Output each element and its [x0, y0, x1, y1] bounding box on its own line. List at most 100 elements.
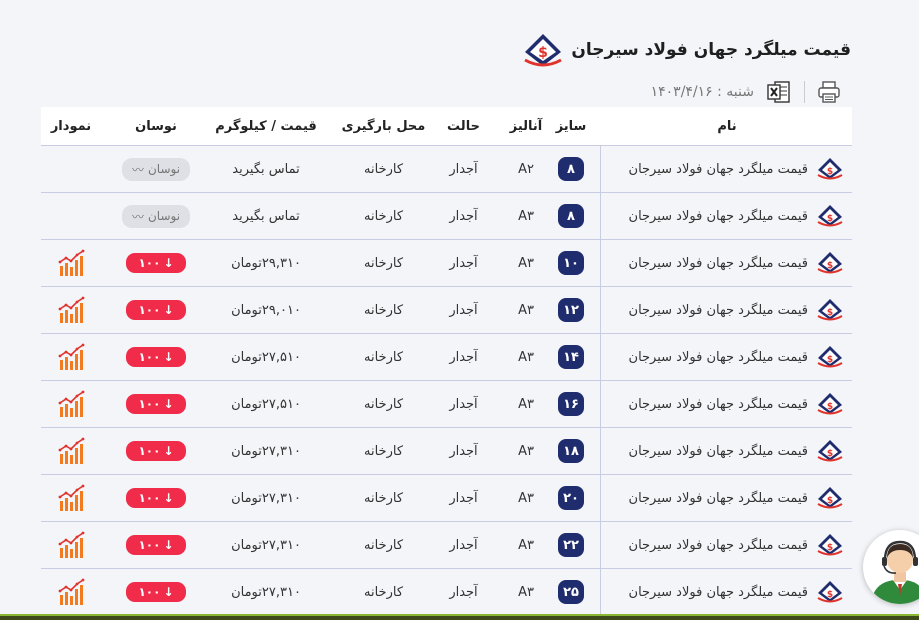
product-name[interactable]: قیمت میلگرد جهان فولاد سیرجان	[629, 162, 808, 177]
column-header-place: محل بارگیری	[341, 118, 426, 134]
table-row: $ قیمت میلگرد جهان فولاد سیرجان ۸ A۲ آجدار کا…	[41, 145, 852, 192]
fluctuation-badge: ↓ ۱۰۰	[126, 253, 186, 273]
column-divider	[600, 334, 601, 380]
page-title: قیمت میلگرد جهان فولاد سیرجان	[571, 40, 851, 60]
chart-cell	[41, 334, 101, 380]
svg-text:$: $	[827, 449, 833, 459]
bar-chart-icon[interactable]	[57, 343, 85, 371]
size-badge: ۲۰	[558, 486, 584, 510]
product-name[interactable]: قیمت میلگرد جهان فولاد سیرجان	[629, 538, 808, 553]
size-badge: ۱۸	[558, 439, 584, 463]
place-cell: کارخانه	[364, 255, 404, 271]
bottom-bar	[0, 614, 919, 620]
excel-icon[interactable]	[766, 79, 792, 105]
product-name-cell[interactable]: $ قیمت میلگرد جهان فولاد سیرجان	[602, 287, 852, 333]
fluctuation-badge: ↓ ۱۰۰	[126, 441, 186, 461]
svg-text:$: $	[827, 590, 833, 600]
size-cell: ۲۲	[551, 522, 591, 568]
table-body: $ قیمت میلگرد جهان فولاد سیرجان ۸ A۲ آجدار کا…	[41, 145, 852, 615]
price-cell: ۲۷,۳۱۰تومان	[231, 443, 301, 459]
toolbar-separator	[804, 81, 805, 103]
column-divider	[600, 569, 601, 615]
state-cell: آجدار	[449, 443, 478, 459]
price-cell: ۲۷,۵۱۰تومان	[231, 349, 301, 365]
product-name-cell[interactable]: $ قیمت میلگرد جهان فولاد سیرجان	[602, 240, 852, 286]
size-badge: ۸	[558, 204, 584, 228]
size-cell: ۱۲	[551, 287, 591, 333]
bar-chart-icon[interactable]	[57, 578, 85, 606]
product-name[interactable]: قیمت میلگرد جهان فولاد سیرجان	[629, 303, 808, 318]
fluctuation-cell: ↓ ۱۰۰	[111, 428, 201, 474]
size-badge: ۱۰	[558, 251, 584, 275]
product-name-cell[interactable]: $ قیمت میلگرد جهان فولاد سیرجان	[602, 146, 852, 192]
product-name[interactable]: قیمت میلگرد جهان فولاد سیرجان	[629, 209, 808, 224]
chart-cell	[41, 240, 101, 286]
fluctuation-badge: ↓ ۱۰۰	[126, 488, 186, 508]
chart-cell	[41, 381, 101, 427]
wave-icon: 〰	[131, 162, 144, 177]
svg-text:$: $	[827, 402, 833, 412]
fluctuation-cell: ↓ ۱۰۰	[111, 240, 201, 286]
bar-chart-icon[interactable]	[57, 531, 85, 559]
product-name[interactable]: قیمت میلگرد جهان فولاد سیرجان	[629, 444, 808, 459]
fluctuation-badge: ↓ ۱۰۰	[126, 394, 186, 414]
svg-text:$: $	[827, 261, 833, 271]
fluctuation-cell: نوسان 〰	[111, 193, 201, 239]
column-header-size: سایز	[555, 118, 587, 134]
svg-text:$: $	[827, 496, 833, 506]
size-cell: ۱۴	[551, 334, 591, 380]
company-logo-icon: $	[817, 252, 843, 274]
product-name-cell[interactable]: $ قیمت میلگرد جهان فولاد سیرجان	[602, 475, 852, 521]
column-divider	[600, 287, 601, 333]
column-header-price: قیمت / کیلوگرم	[215, 118, 317, 134]
product-name-cell[interactable]: $ قیمت میلگرد جهان فولاد سیرجان	[602, 334, 852, 380]
place-cell: کارخانه	[364, 349, 404, 365]
place-cell: کارخانه	[364, 302, 404, 318]
table-row: $ قیمت میلگرد جهان فولاد سیرجان ۲۲ A۳ آجدار ک…	[41, 521, 852, 568]
fluctuation-value: ۱۰۰	[138, 491, 161, 505]
product-name[interactable]: قیمت میلگرد جهان فولاد سیرجان	[629, 350, 808, 365]
product-name-cell[interactable]: $ قیمت میلگرد جهان فولاد سیرجان	[602, 193, 852, 239]
product-name[interactable]: قیمت میلگرد جهان فولاد سیرجان	[629, 256, 808, 271]
fluctuation-cell: ↓ ۱۰۰	[111, 287, 201, 333]
size-badge: ۱۴	[558, 345, 584, 369]
price-cell: ۲۹,۳۱۰تومان	[231, 255, 301, 271]
column-divider	[600, 428, 601, 474]
column-header-analysis: آنالیز	[509, 118, 543, 134]
product-name[interactable]: قیمت میلگرد جهان فولاد سیرجان	[629, 585, 808, 600]
price-cell: ۲۷,۳۱۰تومان	[231, 537, 301, 553]
fluctuation-value: ۱۰۰	[138, 397, 161, 411]
wave-icon: 〰	[131, 209, 144, 224]
company-logo-icon: $	[817, 346, 843, 368]
bar-chart-icon[interactable]	[57, 390, 85, 418]
chart-cell	[41, 193, 101, 239]
product-name[interactable]: قیمت میلگرد جهان فولاد سیرجان	[629, 397, 808, 412]
product-name-cell[interactable]: $ قیمت میلگرد جهان فولاد سیرجان	[602, 569, 852, 615]
product-name[interactable]: قیمت میلگرد جهان فولاد سیرجان	[629, 491, 808, 506]
price-cell: ۲۷,۵۱۰تومان	[231, 396, 301, 412]
bar-chart-icon[interactable]	[57, 437, 85, 465]
size-badge: ۸	[558, 157, 584, 181]
product-name-cell[interactable]: $ قیمت میلگرد جهان فولاد سیرجان	[602, 428, 852, 474]
printer-icon[interactable]	[817, 80, 841, 104]
column-divider	[600, 193, 601, 239]
size-cell: ۲۵	[551, 569, 591, 615]
state-cell: آجدار	[449, 255, 478, 271]
product-name-cell[interactable]: $ قیمت میلگرد جهان فولاد سیرجان	[602, 381, 852, 427]
state-cell: آجدار	[449, 584, 478, 600]
svg-text:$: $	[538, 45, 548, 61]
bar-chart-icon[interactable]	[57, 296, 85, 324]
analysis-cell: A۳	[518, 396, 534, 412]
support-agent-icon[interactable]	[863, 530, 919, 604]
arrow-down-icon: ↓	[163, 350, 174, 364]
column-divider	[600, 146, 601, 192]
company-logo-icon: $	[524, 34, 563, 67]
bar-chart-icon[interactable]	[57, 249, 85, 277]
place-cell: کارخانه	[364, 490, 404, 506]
product-name-cell[interactable]: $ قیمت میلگرد جهان فولاد سیرجان	[602, 522, 852, 568]
bar-chart-icon[interactable]	[57, 484, 85, 512]
svg-text:$: $	[827, 543, 833, 553]
column-divider	[600, 240, 601, 286]
fluctuation-cell: ↓ ۱۰۰	[111, 475, 201, 521]
state-cell: آجدار	[449, 537, 478, 553]
